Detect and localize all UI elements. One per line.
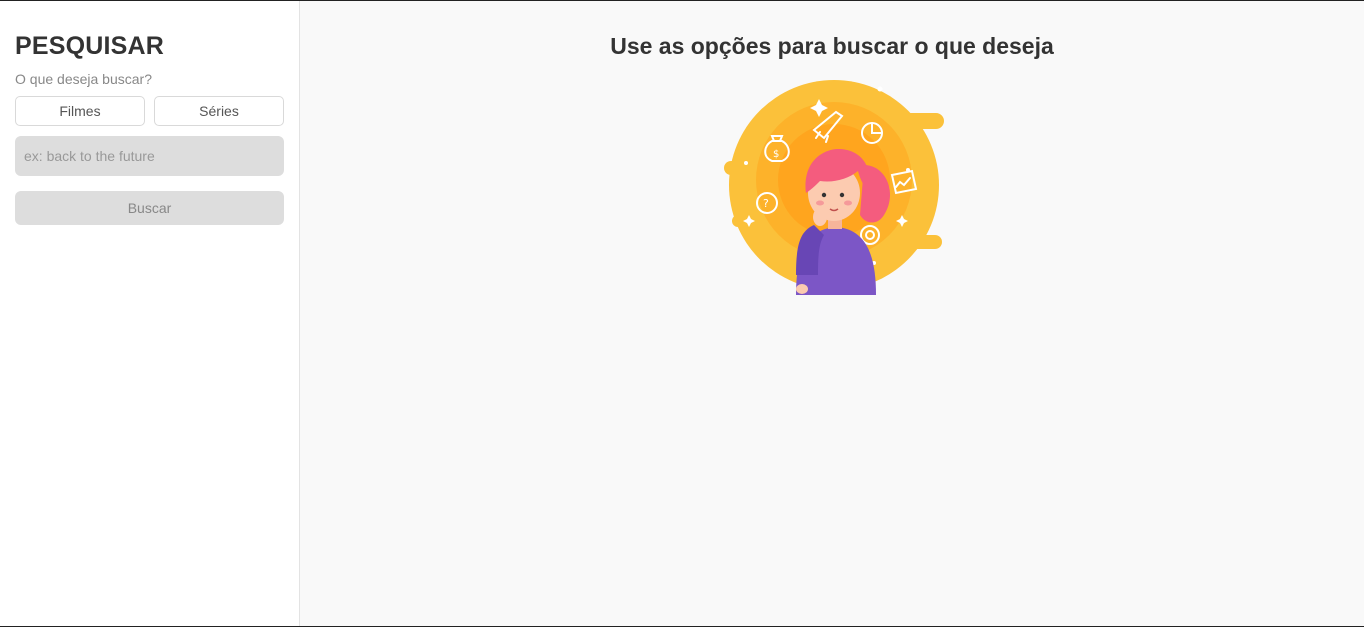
svg-text:$: $	[773, 149, 779, 160]
page-heading: Use as opções para buscar o que deseja	[610, 33, 1054, 59]
sidebar: PESQUISAR O que deseja buscar? Filmes Sé…	[0, 1, 300, 626]
main-content: Use as opções para buscar o que deseja $…	[300, 1, 1364, 626]
type-selector: Filmes Séries	[15, 96, 284, 126]
sidebar-title: PESQUISAR	[15, 32, 165, 60]
sidebar-subtitle: O que deseja buscar?	[15, 71, 152, 87]
series-button[interactable]: Séries	[154, 96, 284, 126]
search-input[interactable]	[15, 136, 284, 176]
filmes-button[interactable]: Filmes	[15, 96, 145, 126]
thinking-girl-illustration: $ ?	[724, 80, 944, 295]
buscar-button[interactable]: Buscar	[15, 191, 284, 225]
app-layout: PESQUISAR O que deseja buscar? Filmes Sé…	[0, 1, 1364, 626]
svg-text:?: ?	[763, 197, 769, 210]
